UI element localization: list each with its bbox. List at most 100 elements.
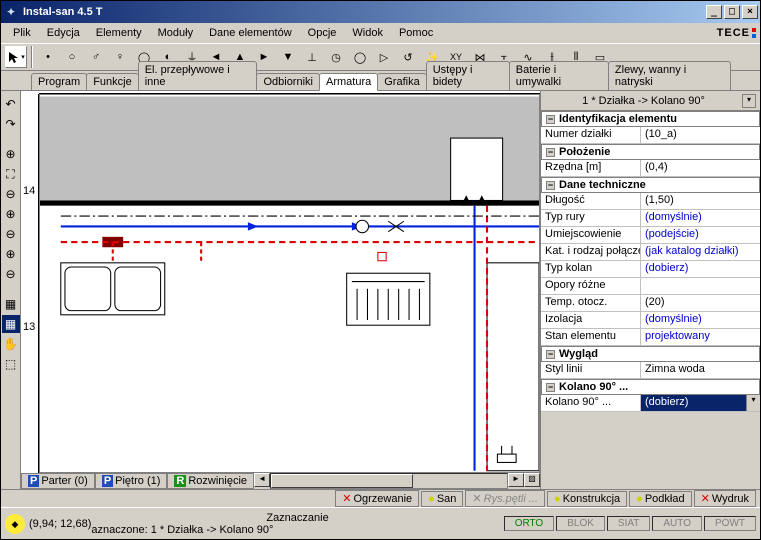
prop-section-head[interactable]: −Wygląd — [541, 346, 760, 362]
layer-ogrzewanie[interactable]: ✕Ogrzewanie — [335, 490, 419, 507]
select-rect-icon[interactable]: ⬚ — [2, 355, 20, 373]
prop-value[interactable]: (10_a) — [641, 127, 760, 143]
close-button[interactable]: × — [742, 5, 758, 19]
prop-row[interactable]: Stan elementuprojektowany — [541, 329, 760, 346]
prop-row[interactable]: Kat. i rodzaj połącze(jak katalog działk… — [541, 244, 760, 261]
maximize-button[interactable]: □ — [724, 5, 740, 19]
zoom-fit-icon[interactable]: ⛶ — [2, 165, 20, 183]
snap-icon[interactable]: ▦ — [2, 315, 20, 333]
prop-value[interactable]: (podejście) — [641, 227, 760, 243]
menu-pomoc[interactable]: Pomoc — [391, 25, 441, 41]
layer-san[interactable]: ●San — [421, 491, 463, 507]
window-title: Instal-san 4.5 T — [23, 6, 706, 18]
redo-icon[interactable]: ↷ — [2, 115, 20, 133]
prop-row[interactable]: Długość(1,50) — [541, 193, 760, 210]
tool-female[interactable]: ♀ — [109, 46, 131, 68]
zoom-all-icon[interactable]: ⊕ — [2, 245, 20, 263]
tab-armatura[interactable]: Armatura — [319, 73, 378, 91]
prop-row[interactable]: Umiejscowienie(podejście) — [541, 227, 760, 244]
prop-row[interactable]: Izolacja(domyślnie) — [541, 312, 760, 329]
prop-value[interactable]: (dobierz) — [641, 395, 746, 411]
tool-rewind[interactable]: ↺ — [397, 46, 419, 68]
bottom-sheet-bar: PParter (0) PPiętro (1) RRozwinięcie ◄ ►… — [21, 473, 540, 489]
prop-row[interactable]: Numer działki(10_a) — [541, 127, 760, 144]
zoom-out-icon[interactable]: ⊖ — [2, 185, 20, 203]
prop-value[interactable]: (domyślnie) — [641, 210, 760, 226]
layer-wydruk[interactable]: ✕Wydruk — [694, 490, 756, 507]
prop-value[interactable]: (jak katalog działki) — [641, 244, 760, 260]
zoom-minus-icon[interactable]: ⊖ — [2, 225, 20, 243]
tool-clock[interactable]: ◷ — [325, 46, 347, 68]
status-coords: (9,94; 12,68) — [29, 518, 91, 530]
tool-big[interactable]: ◯ — [349, 46, 371, 68]
tab-zlewy[interactable]: Zlewy, wanny i natryski — [608, 61, 731, 90]
drawing-canvas[interactable] — [39, 94, 540, 473]
prop-row[interactable]: Typ kolan(dobierz) — [541, 261, 760, 278]
zoom-in-icon[interactable]: ⊕ — [2, 145, 20, 163]
tab-funkcje[interactable]: Funkcje — [86, 73, 139, 90]
tool-circle[interactable]: ○ — [61, 46, 83, 68]
mode-blok[interactable]: BLOK — [556, 516, 605, 531]
sheet-tab-rozwiniecie[interactable]: RRozwinięcie — [167, 473, 254, 489]
prop-header-dropdown[interactable]: ▾ — [742, 94, 756, 108]
zoom-sel-icon[interactable]: ⊖ — [2, 265, 20, 283]
undo-icon[interactable]: ↶ — [2, 95, 20, 113]
tool-node[interactable]: • — [37, 46, 59, 68]
scroll-left-button[interactable]: ◄ — [254, 473, 270, 487]
prop-value[interactable]: (dobierz) — [641, 261, 760, 277]
prop-row[interactable]: Typ rury(domyślnie) — [541, 210, 760, 227]
titlebar: ✦ Instal-san 4.5 T _ □ × — [1, 1, 760, 23]
minimize-button[interactable]: _ — [706, 5, 722, 19]
prop-section-head[interactable]: −Dane techniczne — [541, 177, 760, 193]
mode-powt[interactable]: POWT — [704, 516, 756, 531]
tool-play[interactable]: ▷ — [373, 46, 395, 68]
zoom-plus-icon[interactable]: ⊕ — [2, 205, 20, 223]
tab-grafika[interactable]: Grafika — [377, 73, 426, 90]
menu-dane[interactable]: Dane elementów — [201, 25, 300, 41]
tab-odbiorniki[interactable]: Odbiorniki — [256, 73, 320, 90]
menu-plik[interactable]: Plik — [5, 25, 39, 41]
prop-value[interactable]: Zimna woda — [641, 362, 760, 378]
prop-value[interactable]: (domyślnie) — [641, 312, 760, 328]
prop-row[interactable]: Kolano 90° ...(dobierz)▾ — [541, 395, 760, 412]
layer-rys.pętli ...[interactable]: ✕Rys.pętli ... — [465, 490, 545, 507]
prop-value-dropdown[interactable]: ▾ — [746, 395, 760, 411]
menu-edycja[interactable]: Edycja — [39, 25, 88, 41]
prop-value[interactable] — [641, 278, 760, 294]
prop-value[interactable]: (0,4) — [641, 160, 760, 176]
prop-row[interactable]: Rzędna [m](0,4) — [541, 160, 760, 177]
prop-value[interactable]: (20) — [641, 295, 760, 311]
tool-down[interactable]: ▼ — [277, 46, 299, 68]
prop-row[interactable]: Opory różne — [541, 278, 760, 295]
prop-row[interactable]: Temp. otocz.(20) — [541, 295, 760, 312]
status-desc: aznaczone: 1 * Działka -> Kolano 90° — [91, 524, 503, 536]
menu-elementy[interactable]: Elementy — [88, 25, 150, 41]
tool-male[interactable]: ♂ — [85, 46, 107, 68]
prop-section-head[interactable]: −Kolano 90° ... — [541, 379, 760, 395]
scroll-right-button[interactable]: ► — [508, 473, 524, 487]
menu-widok[interactable]: Widok — [344, 25, 391, 41]
tab-program[interactable]: Program — [31, 73, 87, 90]
sheet-tab-pietro[interactable]: PPiętro (1) — [95, 473, 168, 489]
tab-baterie[interactable]: Baterie i umywalki — [509, 61, 609, 90]
pan-icon[interactable]: ✋ — [2, 335, 20, 353]
prop-section-head[interactable]: −Identyfikacja elementu — [541, 111, 760, 127]
prop-section-head[interactable]: −Położenie — [541, 144, 760, 160]
hscroll-track[interactable] — [270, 473, 508, 489]
menu-moduly[interactable]: Moduły — [150, 25, 201, 41]
tool-pointer[interactable]: ▾ — [5, 46, 27, 68]
prop-value[interactable]: projektowany — [641, 329, 760, 345]
tab-przeplywowe[interactable]: El. przepływowe i inne — [138, 61, 258, 90]
sheet-tab-parter[interactable]: PParter (0) — [21, 473, 95, 489]
tab-ustepy[interactable]: Ustępy i bidety — [426, 61, 510, 90]
menu-opcje[interactable]: Opcje — [300, 25, 345, 41]
layer-konstrukcja[interactable]: ●Konstrukcja — [547, 491, 627, 507]
tool-pipe[interactable]: ⊥ — [301, 46, 323, 68]
prop-row[interactable]: Styl liniiZimna woda — [541, 362, 760, 379]
mode-auto[interactable]: AUTO — [652, 516, 702, 531]
grid-icon[interactable]: ▦ — [2, 295, 20, 313]
layer-podkład[interactable]: ●Podkład — [629, 491, 691, 507]
mode-siat[interactable]: SIAT — [607, 516, 650, 531]
prop-value[interactable]: (1,50) — [641, 193, 760, 209]
mode-orto[interactable]: ORTO — [504, 516, 555, 531]
